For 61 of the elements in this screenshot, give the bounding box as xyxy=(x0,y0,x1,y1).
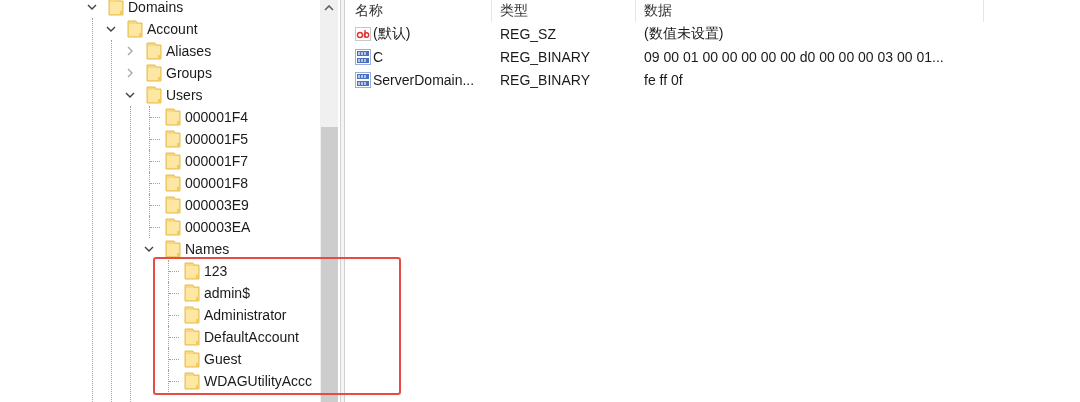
scroll-up-icon[interactable] xyxy=(324,5,334,11)
column-header[interactable]: 类型 xyxy=(492,0,636,22)
value-row[interactable]: ServerDomain... REG_BINARY fe ff 0f xyxy=(347,68,1080,91)
chevron-down-icon[interactable] xyxy=(144,244,154,254)
folder-icon xyxy=(184,306,200,324)
scrollbar-thumb[interactable] xyxy=(320,127,338,402)
value-data: (数值未设置) xyxy=(644,24,724,43)
tree-item[interactable]: 000001F4 xyxy=(141,106,249,128)
tree-item[interactable]: 000003EA xyxy=(141,216,251,238)
chevron-down-icon[interactable] xyxy=(125,90,135,100)
value-name: (默认) xyxy=(373,24,411,43)
tree-item[interactable]: WDAGUtilityAccc xyxy=(160,370,313,392)
value-row[interactable]: C REG_BINARY 09 00 01 00 00 00 00 00 d0 00 00 00 03 00 01... xyxy=(347,45,1080,68)
folder-icon xyxy=(165,108,181,126)
value-name: ServerDomain... xyxy=(373,71,475,88)
value-type: REG_BINARY xyxy=(500,71,590,88)
scrollbar[interactable] xyxy=(320,0,338,402)
tree-item[interactable]: Aliases xyxy=(122,40,212,62)
folder-icon xyxy=(184,350,200,368)
column-header[interactable]: 名称 xyxy=(347,0,492,22)
tree-item[interactable]: Groups xyxy=(122,62,212,84)
tree-item[interactable]: Domains xyxy=(84,0,184,18)
folder-icon xyxy=(165,218,181,236)
folder-icon xyxy=(127,20,143,38)
tree-item[interactable]: Guest xyxy=(160,348,242,370)
tree-item[interactable]: 000001F5 xyxy=(141,128,249,150)
folder-icon xyxy=(184,328,200,346)
value-name: C xyxy=(373,48,384,65)
tree-item[interactable]: Names xyxy=(141,238,230,260)
tree-item[interactable]: 000001F8 xyxy=(141,172,249,194)
tree-item[interactable]: 123 xyxy=(160,260,228,282)
tree-item[interactable]: Account xyxy=(103,18,198,40)
column-header[interactable]: 数据 xyxy=(636,0,984,22)
value-type: REG_BINARY xyxy=(500,48,590,65)
folder-icon xyxy=(146,64,162,82)
tree-item[interactable]: Administrator xyxy=(160,304,287,326)
value-data: 09 00 01 00 00 00 00 00 d0 00 00 00 03 00 01... xyxy=(644,48,944,65)
tree-item[interactable]: 000001F7 xyxy=(141,150,249,172)
chevron-down-icon[interactable] xyxy=(87,2,97,12)
folder-icon xyxy=(165,174,181,192)
folder-icon xyxy=(184,284,200,302)
folder-icon xyxy=(108,0,124,16)
folder-icon xyxy=(165,130,181,148)
tree-item[interactable]: 000003E9 xyxy=(141,194,249,216)
binary-value-icon xyxy=(355,48,371,65)
value-row[interactable]: (默认) REG_SZ (数值未设置) xyxy=(347,22,1080,45)
folder-icon xyxy=(146,86,162,104)
folder-icon xyxy=(165,240,181,258)
folder-icon xyxy=(165,196,181,214)
tree-item[interactable]: Users xyxy=(122,84,203,106)
folder-icon xyxy=(165,152,181,170)
chevron-down-icon[interactable] xyxy=(106,24,116,34)
folder-icon xyxy=(184,262,200,280)
tree-item[interactable]: DefaultAccount xyxy=(160,326,299,348)
value-type: REG_SZ xyxy=(500,25,556,42)
tree-item[interactable]: admin$ xyxy=(160,282,250,304)
folder-icon xyxy=(184,372,200,390)
binary-value-icon xyxy=(355,71,371,88)
string-value-icon xyxy=(355,25,371,42)
value-data: fe ff 0f xyxy=(644,71,683,88)
folder-icon xyxy=(146,42,162,60)
